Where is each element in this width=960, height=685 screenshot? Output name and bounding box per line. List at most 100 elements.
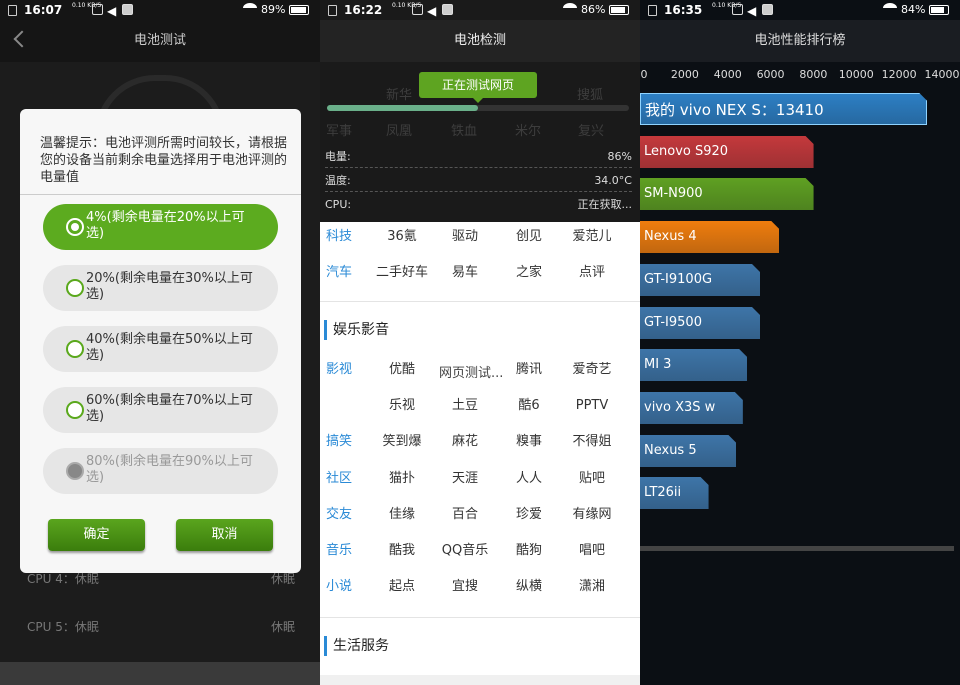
site-link[interactable]: 创见 xyxy=(497,219,561,255)
ghost-link: 复兴 xyxy=(578,124,605,139)
ranking-bar: MI 3 xyxy=(640,349,747,381)
site-link[interactable]: 酷狗 xyxy=(497,533,561,569)
site-link[interactable]: 唱吧 xyxy=(560,533,624,569)
radio-icon xyxy=(66,401,84,419)
site-link[interactable]: 之家 xyxy=(497,255,561,291)
testing-tooltip: 正在测试网页 xyxy=(419,72,537,103)
site-link[interactable]: 点评 xyxy=(560,255,624,291)
battery-icon xyxy=(929,5,949,15)
site-link[interactable]: 人人 xyxy=(497,461,561,497)
site-link[interactable]: QQ音乐 xyxy=(433,533,497,569)
site-link[interactable]: 爱范儿 xyxy=(560,219,624,255)
ghost-link: 搜狐 xyxy=(577,88,604,103)
ranking-bar: GT-I9500 xyxy=(640,307,760,339)
site-link[interactable]: 贴吧 xyxy=(560,461,624,497)
mute-icon: ◀ xyxy=(427,4,437,18)
link-row: 交友 佳缘 百合 珍爱 有缘网 xyxy=(320,497,640,533)
test-overlay-text: 网页测试... xyxy=(439,366,504,381)
screenshot-icon xyxy=(92,4,103,15)
battery-percent: 84% xyxy=(901,3,926,16)
site-link[interactable]: 珍爱 xyxy=(497,497,561,533)
clock: 16:07 xyxy=(24,3,63,17)
site-link[interactable]: 有缘网 xyxy=(560,497,624,533)
site-link[interactable]: 爱奇艺 xyxy=(560,352,624,388)
option-60[interactable]: 60%(剩余电量在70%以上可选) xyxy=(43,387,278,433)
divider xyxy=(20,194,301,195)
link-row: 音乐 酷我 QQ音乐 酷狗 唱吧 xyxy=(320,533,640,569)
ranking-bar: Nexus 5 xyxy=(640,435,736,467)
clock: 16:22 xyxy=(344,3,383,17)
site-link[interactable]: 起点 xyxy=(370,569,434,605)
ghost-link: 凤凰 xyxy=(386,124,413,139)
x-tick-label: 0 xyxy=(640,68,648,81)
test-progress-bar xyxy=(327,105,629,111)
page-title: 电池性能排行榜 xyxy=(640,20,960,62)
site-link[interactable]: 腾讯 xyxy=(497,352,561,388)
x-axis: 0 2000 4000 6000 8000 10000 12000 14000 xyxy=(640,62,960,88)
wifi-icon xyxy=(563,3,577,13)
wifi-icon xyxy=(243,3,257,13)
chart-baseline xyxy=(640,546,954,551)
site-link[interactable]: 潇湘 xyxy=(560,569,624,605)
site-link[interactable]: 麻花 xyxy=(433,424,497,460)
status-bar: 16:07 0.10 KB/S ◀ 89% xyxy=(0,0,320,20)
site-link[interactable]: 酷我 xyxy=(370,533,434,569)
site-link[interactable]: 酷6 xyxy=(497,388,561,424)
site-link[interactable]: 驱动 xyxy=(433,219,497,255)
ghost-link: 军事 xyxy=(326,124,353,139)
site-link[interactable]: 佳缘 xyxy=(370,497,434,533)
ranking-bar: LT26ii xyxy=(640,477,709,509)
x-tick-label: 10000 xyxy=(838,68,874,81)
site-link[interactable]: 纵横 xyxy=(497,569,561,605)
divider xyxy=(320,301,640,302)
site-link[interactable]: 乐视 xyxy=(370,388,434,424)
cpu-row: CPU 5：休眠 休眠 xyxy=(27,620,295,634)
cancel-button[interactable]: 取消 xyxy=(176,519,273,551)
site-link[interactable]: 二手好车 xyxy=(370,255,434,291)
site-link[interactable]: 易车 xyxy=(433,255,497,291)
site-link[interactable]: 猫扑 xyxy=(370,461,434,497)
option-4[interactable]: 4%(剩余电量在20%以上可选) xyxy=(43,204,278,250)
x-tick-label: 14000 xyxy=(924,68,960,81)
option-80: 80%(剩余电量在90%以上可选) xyxy=(43,448,278,494)
status-bar: 16:22 0.10 KB/S ◀ 86% xyxy=(320,0,640,20)
x-tick-label: 4000 xyxy=(713,68,742,81)
ghost-link: 铁血 xyxy=(451,124,478,139)
ranking-bar: vivo X3S w xyxy=(640,392,743,424)
sim-icon xyxy=(328,5,337,16)
dialog-message: 温馨提示：电池评测所需时间较长，请根据您的设备当前剩余电量选择用于电池评测的电量… xyxy=(40,136,288,185)
info-cpu: CPU: 正在获取... xyxy=(325,198,632,211)
category-label: 社区 xyxy=(326,471,353,486)
site-link[interactable]: 天涯 xyxy=(433,461,497,497)
site-link[interactable]: 糗事 xyxy=(497,424,561,460)
confirm-button[interactable]: 确定 xyxy=(48,519,145,551)
site-link[interactable]: 土豆 xyxy=(433,388,497,424)
link-row: 汽车 二手好车 易车 之家 点评 xyxy=(320,255,640,291)
category-label: 影视 xyxy=(326,362,353,377)
radio-icon xyxy=(66,279,84,297)
divider xyxy=(320,617,640,618)
site-link[interactable]: 笑到爆 xyxy=(370,424,434,460)
link-row: 乐视 土豆 酷6 PPTV xyxy=(320,388,640,424)
battery-test-screen: 16:07 0.10 KB/S ◀ 89% 电池测试 CPU 4：休眠 休眠 CP… xyxy=(0,0,320,685)
site-link[interactable]: 优酷 xyxy=(370,352,434,388)
section-title: 生活服务 xyxy=(324,636,389,656)
site-link[interactable]: 宜搜 xyxy=(433,569,497,605)
wifi-icon xyxy=(883,3,897,13)
info-temperature: 温度: 34.0°C xyxy=(325,169,632,192)
radio-icon xyxy=(66,462,84,480)
site-link[interactable]: 不得姐 xyxy=(560,424,624,460)
ranking-bar: 我的 vivo NEX S：13410 xyxy=(640,93,927,125)
category-label: 小说 xyxy=(326,579,353,594)
notification-icon xyxy=(122,4,133,15)
site-link[interactable]: PPTV xyxy=(560,388,624,424)
category-label: 音乐 xyxy=(326,543,353,558)
x-tick-label: 8000 xyxy=(799,68,828,81)
mute-icon: ◀ xyxy=(107,4,117,18)
option-40[interactable]: 40%(剩余电量在50%以上可选) xyxy=(43,326,278,372)
option-20[interactable]: 20%(剩余电量在30%以上可选) xyxy=(43,265,278,311)
site-link[interactable]: 36氪 xyxy=(370,219,434,255)
site-link[interactable]: 百合 xyxy=(433,497,497,533)
battery-percent: 86% xyxy=(581,3,606,16)
page-title: 电池测试 xyxy=(133,33,186,48)
